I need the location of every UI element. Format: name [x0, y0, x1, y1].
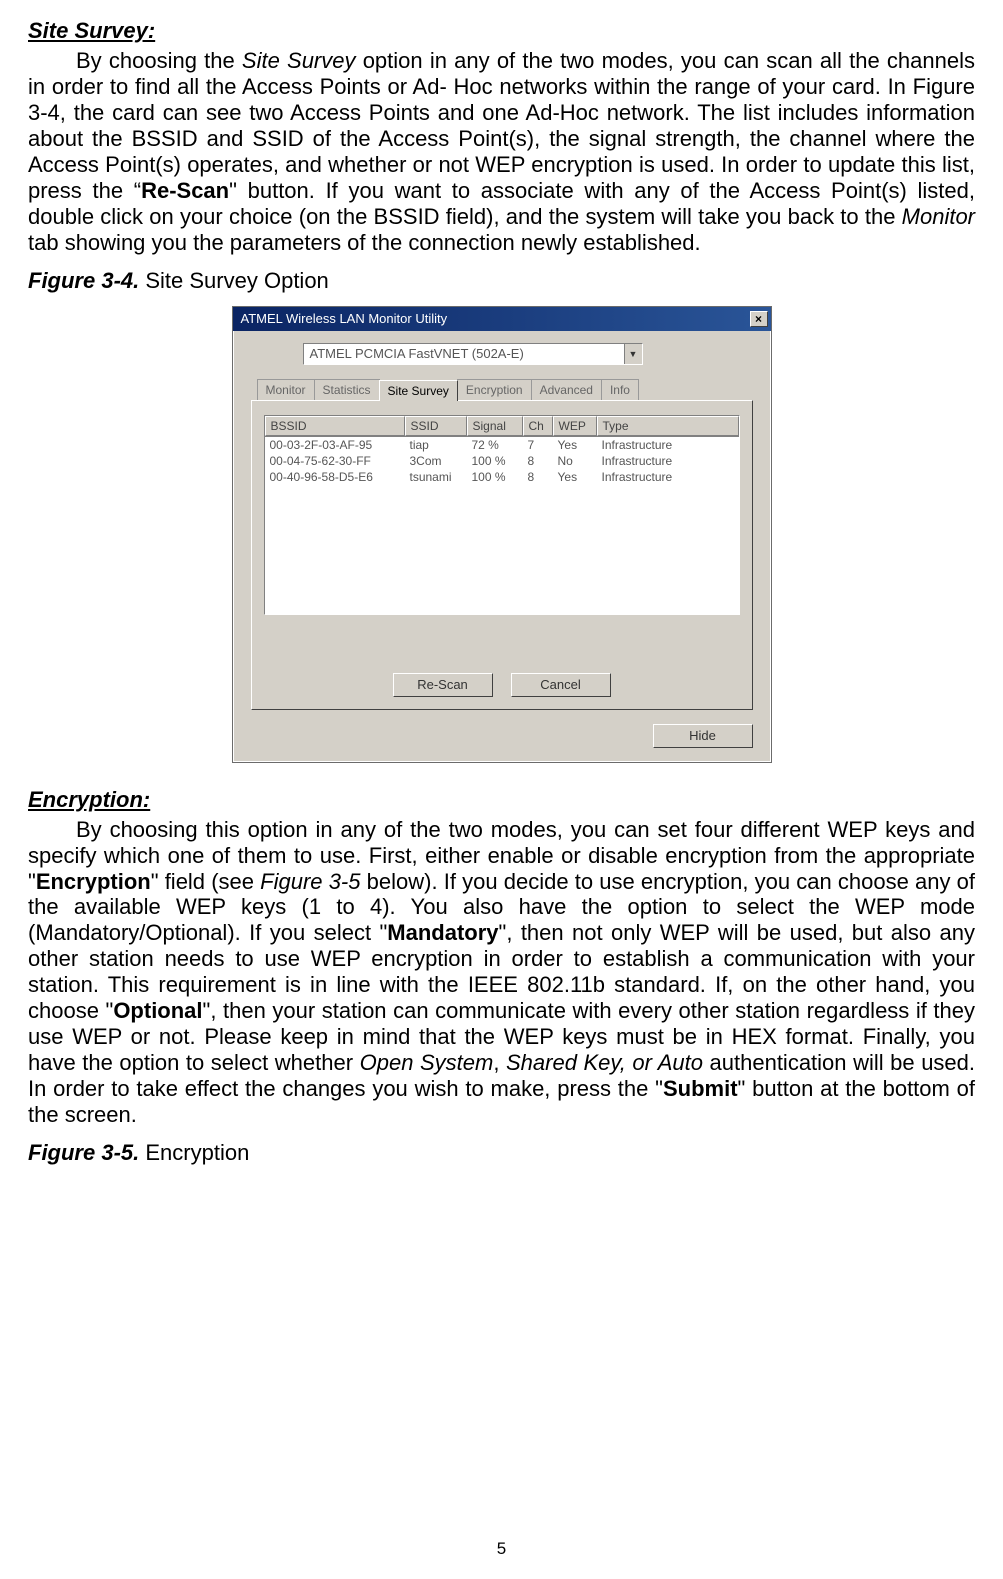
cell-type: Infrastructure	[597, 454, 739, 468]
adapter-value: ATMEL PCMCIA FastVNET (502A-E)	[310, 346, 524, 361]
cell-signal: 100 %	[467, 470, 523, 484]
page-number: 5	[0, 1539, 1003, 1559]
tab-strip: Monitor Statistics Site Survey Encryptio…	[233, 371, 771, 400]
close-icon: ×	[755, 313, 762, 325]
col-wep[interactable]: WEP	[553, 416, 597, 436]
text: ,	[493, 1050, 506, 1075]
cell-wep: Yes	[553, 470, 597, 484]
figure-text: Encryption	[139, 1140, 249, 1165]
figure-text: Site Survey Option	[139, 268, 329, 293]
rescan-term: Re-Scan	[141, 178, 229, 203]
cell-signal: 100 %	[467, 454, 523, 468]
cell-ssid: tiap	[405, 438, 467, 452]
site-survey-paragraph: By choosing the Site Survey option in an…	[28, 48, 975, 256]
figure-label: Figure 3-4.	[28, 268, 139, 293]
cell-wep: Yes	[553, 438, 597, 452]
optional-term: Optional	[113, 998, 202, 1023]
col-bssid[interactable]: BSSID	[265, 416, 405, 436]
adapter-row: ATMEL PCMCIA FastVNET (502A-E) ▼	[233, 331, 771, 371]
col-type[interactable]: Type	[597, 416, 739, 436]
adapter-combobox[interactable]: ATMEL PCMCIA FastVNET (502A-E) ▼	[303, 343, 643, 365]
text: tab showing you the parameters of the co…	[28, 230, 701, 255]
tab-monitor[interactable]: Monitor	[257, 379, 315, 400]
text: " field (see	[151, 869, 260, 894]
cell-ch: 7	[523, 438, 553, 452]
monitor-utility-window: ATMEL Wireless LAN Monitor Utility × ATM…	[232, 306, 772, 763]
table-row[interactable]: 00-40-96-58-D5-E6 tsunami 100 % 8 Yes In…	[265, 469, 739, 485]
cell-bssid: 00-03-2F-03-AF-95	[265, 438, 405, 452]
tab-info[interactable]: Info	[601, 379, 639, 400]
tab-site-survey[interactable]: Site Survey	[379, 380, 458, 401]
hide-button[interactable]: Hide	[653, 724, 753, 748]
hide-row: Hide	[233, 718, 771, 762]
cell-ssid: tsunami	[405, 470, 467, 484]
figure-3-4-wrap: ATMEL Wireless LAN Monitor Utility × ATM…	[28, 306, 975, 763]
cancel-button[interactable]: Cancel	[511, 673, 611, 697]
tab-encryption[interactable]: Encryption	[457, 379, 532, 400]
chevron-down-icon: ▼	[624, 344, 642, 364]
monitor-term: Monitor	[902, 204, 975, 229]
window-title: ATMEL Wireless LAN Monitor Utility	[241, 311, 750, 326]
encryption-paragraph: By choosing this option in any of the tw…	[28, 817, 975, 1128]
cell-type: Infrastructure	[597, 438, 739, 452]
cell-signal: 72 %	[467, 438, 523, 452]
col-signal[interactable]: Signal	[467, 416, 523, 436]
figure-3-4-caption: Figure 3-4. Site Survey Option	[28, 268, 975, 294]
panel-button-row: Re-Scan Cancel	[264, 663, 740, 697]
site-survey-term: Site Survey	[242, 48, 356, 73]
rescan-button[interactable]: Re-Scan	[393, 673, 493, 697]
shared-key-term: Shared Key, or Auto	[506, 1050, 703, 1075]
network-listview[interactable]: BSSID SSID Signal Ch WEP Type 00-03-2F-0…	[264, 415, 740, 615]
cell-ch: 8	[523, 454, 553, 468]
col-ssid[interactable]: SSID	[405, 416, 467, 436]
list-header: BSSID SSID Signal Ch WEP Type	[265, 416, 739, 437]
col-ch[interactable]: Ch	[523, 416, 553, 436]
mandatory-term: Mandatory	[387, 920, 498, 945]
close-button[interactable]: ×	[750, 311, 768, 327]
open-system-term: Open System	[360, 1050, 494, 1075]
encryption-heading: Encryption:	[28, 787, 975, 813]
site-survey-heading: Site Survey:	[28, 18, 975, 44]
cell-bssid: 00-04-75-62-30-FF	[265, 454, 405, 468]
tab-statistics[interactable]: Statistics	[314, 379, 380, 400]
cell-ssid: 3Com	[405, 454, 467, 468]
titlebar: ATMEL Wireless LAN Monitor Utility ×	[233, 307, 771, 331]
cell-wep: No	[553, 454, 597, 468]
text: By choosing the	[76, 48, 242, 73]
site-survey-panel: BSSID SSID Signal Ch WEP Type 00-03-2F-0…	[251, 400, 753, 710]
cell-ch: 8	[523, 470, 553, 484]
figure-ref: Figure 3-5	[260, 869, 360, 894]
encryption-term: Encryption	[36, 869, 151, 894]
table-row[interactable]: 00-03-2F-03-AF-95 tiap 72 % 7 Yes Infras…	[265, 437, 739, 453]
table-row[interactable]: 00-04-75-62-30-FF 3Com 100 % 8 No Infras…	[265, 453, 739, 469]
cell-bssid: 00-40-96-58-D5-E6	[265, 470, 405, 484]
submit-term: Submit	[663, 1076, 738, 1101]
figure-3-5-caption: Figure 3-5. Encryption	[28, 1140, 975, 1166]
figure-label: Figure 3-5.	[28, 1140, 139, 1165]
cell-type: Infrastructure	[597, 470, 739, 484]
tab-advanced[interactable]: Advanced	[531, 379, 602, 400]
